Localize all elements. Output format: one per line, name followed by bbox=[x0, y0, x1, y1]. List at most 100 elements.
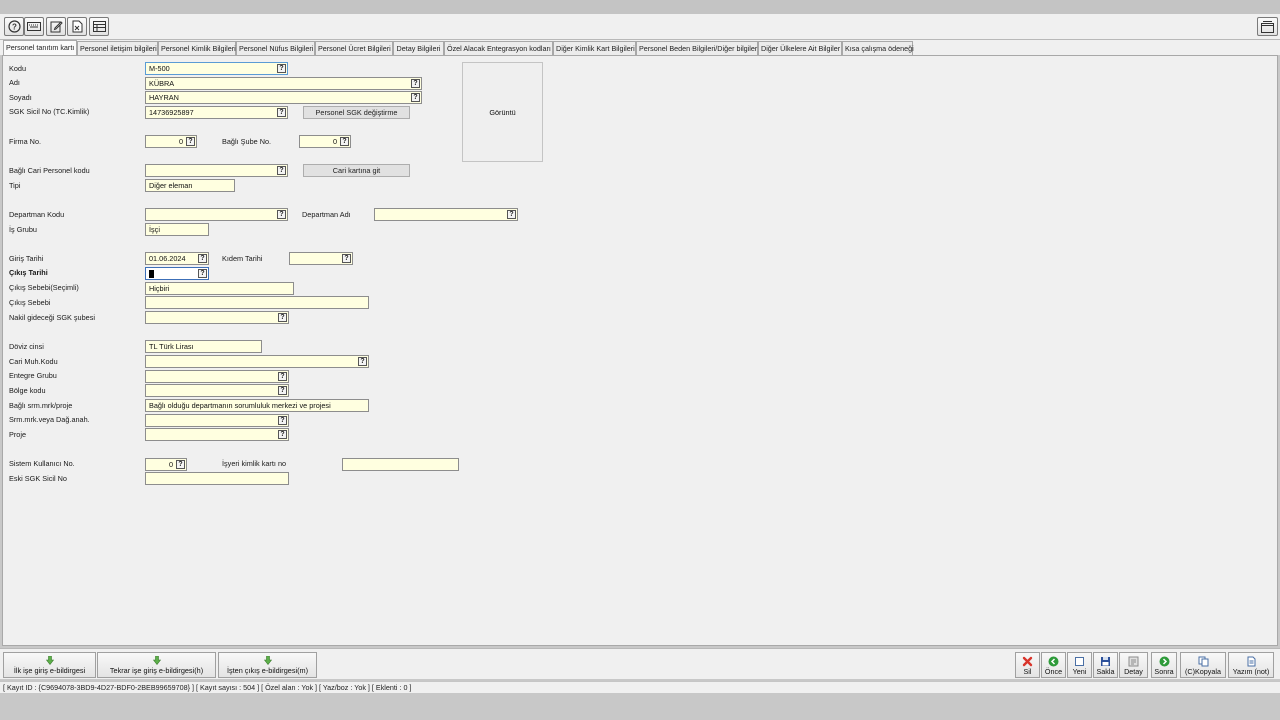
status-bar: [ Kayıt ID : {C9694078-3BD9-4D27-BDF0-2B… bbox=[0, 681, 1280, 693]
kodu-field[interactable]: M-500? bbox=[145, 62, 288, 75]
tab-beden[interactable]: Personel Beden Bilgileri/Diğer bilgiler bbox=[636, 41, 758, 55]
doviz-label: Döviz cinsi bbox=[9, 342, 44, 351]
sonra-button[interactable]: Sonra bbox=[1151, 652, 1177, 678]
table-icon bbox=[92, 21, 106, 32]
lookup-icon[interactable]: ? bbox=[278, 372, 287, 381]
tekrar-giris-ebildirge-button[interactable]: Tekrar işe giriş e-bildirgesi(h) bbox=[97, 652, 216, 678]
window-icon bbox=[1261, 20, 1274, 33]
keyboard-button[interactable] bbox=[24, 17, 44, 36]
kidem-tarihi-field[interactable]: ? bbox=[289, 252, 353, 265]
lookup-icon[interactable]: ? bbox=[278, 386, 287, 395]
calendar-lookup-icon[interactable]: ? bbox=[198, 254, 207, 263]
calendar-lookup-icon[interactable]: ? bbox=[342, 254, 351, 263]
tab-nufus[interactable]: Personel Nüfus Bilgileri bbox=[236, 41, 315, 55]
sistem-kullanici-field[interactable]: 0? bbox=[145, 458, 187, 471]
lookup-icon[interactable]: ? bbox=[278, 416, 287, 425]
lookup-icon[interactable]: ? bbox=[176, 460, 185, 469]
lookup-icon[interactable]: ? bbox=[278, 313, 287, 322]
isten-cikis-label: İşten çıkış e-bildirgesi(m) bbox=[226, 666, 309, 675]
isten-cikis-ebildirge-button[interactable]: İşten çıkış e-bildirgesi(m) bbox=[218, 652, 317, 678]
nakil-field[interactable]: ? bbox=[145, 311, 289, 324]
srm-proje-value: Bağlı olduğu departmanın sorumluluk merk… bbox=[149, 401, 331, 410]
proje-field[interactable]: ? bbox=[145, 428, 289, 441]
sakla-button[interactable]: Sakla bbox=[1093, 652, 1118, 678]
lookup-icon[interactable]: ? bbox=[277, 108, 286, 117]
tab-personel-tanitim[interactable]: Personel tanıtım kartı bbox=[3, 40, 77, 55]
lookup-icon[interactable]: ? bbox=[277, 166, 286, 175]
tab-iletisim[interactable]: Personel iletişim bilgileri bbox=[77, 41, 158, 55]
tab-ozel-alacak[interactable]: Özel Alacak Entegrasyon kodları bbox=[444, 41, 553, 55]
sil-button[interactable]: Sil bbox=[1015, 652, 1040, 678]
tab-kisa-calisma[interactable]: Kısa çalışma ödeneği bbox=[842, 41, 914, 55]
tab-ucret[interactable]: Personel Ücret Bilgileri bbox=[315, 41, 393, 55]
bolge-field[interactable]: ? bbox=[145, 384, 289, 397]
tipi-field[interactable]: Diğer eleman bbox=[145, 179, 235, 192]
cikis-tarihi-label: Çıkış Tarihi bbox=[9, 268, 48, 277]
eski-sgk-label: Eski SGK Sicil No bbox=[9, 474, 67, 483]
table-button[interactable] bbox=[89, 17, 109, 36]
tab-diger-ulkeler[interactable]: Diğer Ülkelere Ait Bilgiler bbox=[758, 41, 842, 55]
lookup-icon[interactable]: ? bbox=[277, 64, 286, 73]
lookup-icon[interactable]: ? bbox=[411, 79, 420, 88]
kodu-value: M-500 bbox=[149, 64, 170, 73]
cari-go-button[interactable]: Cari kartına git bbox=[303, 164, 410, 177]
next-icon bbox=[1159, 656, 1169, 667]
edit-button[interactable] bbox=[46, 17, 66, 36]
srm-dag-field[interactable]: ? bbox=[145, 414, 289, 427]
svg-text:?: ? bbox=[12, 23, 17, 32]
text-cursor bbox=[149, 269, 154, 278]
lookup-icon[interactable]: ? bbox=[340, 137, 349, 146]
yeni-button[interactable]: Yeni bbox=[1067, 652, 1092, 678]
cari-muh-label: Cari Muh.Kodu bbox=[9, 357, 58, 366]
bottom-button-bar: İlk işe giriş e-bildirgesi Tekrar işe gi… bbox=[0, 648, 1280, 679]
image-label: Görüntü bbox=[489, 107, 516, 117]
sgk-field[interactable]: 14736925897? bbox=[145, 106, 288, 119]
departman-kodu-field[interactable]: ? bbox=[145, 208, 288, 221]
cikis-sebebi-secimli-field[interactable]: Hiçbiri bbox=[145, 282, 294, 295]
cari-personel-field[interactable]: ? bbox=[145, 164, 288, 177]
yazim-button[interactable]: Yazım (not) bbox=[1228, 652, 1274, 678]
lookup-icon[interactable]: ? bbox=[507, 210, 516, 219]
eski-sgk-field[interactable] bbox=[145, 472, 289, 485]
detay-button[interactable]: Detay bbox=[1119, 652, 1148, 678]
calendar-lookup-icon[interactable]: ? bbox=[198, 269, 207, 278]
cikis-tarihi-field[interactable]: ? bbox=[145, 267, 209, 280]
save-icon bbox=[1101, 657, 1110, 666]
lookup-icon[interactable]: ? bbox=[277, 210, 286, 219]
is-grubu-field[interactable]: İşçi bbox=[145, 223, 209, 236]
once-button[interactable]: Önce bbox=[1041, 652, 1066, 678]
isyeri-kimlik-field[interactable] bbox=[342, 458, 459, 471]
ilk-giris-ebildirge-button[interactable]: İlk işe giriş e-bildirgesi bbox=[3, 652, 96, 678]
window-button[interactable] bbox=[1257, 17, 1278, 36]
excel-button[interactable] bbox=[67, 17, 87, 36]
lookup-icon[interactable]: ? bbox=[411, 93, 420, 102]
delete-icon bbox=[1022, 656, 1033, 667]
help-button[interactable]: ? bbox=[4, 17, 24, 36]
soyadi-label: Soyadı bbox=[9, 93, 32, 102]
arrow-down-icon bbox=[263, 656, 272, 665]
giris-tarihi-field[interactable]: 01.06.2024? bbox=[145, 252, 209, 265]
sube-field[interactable]: 0? bbox=[299, 135, 351, 148]
image-box[interactable]: Görüntü bbox=[462, 62, 543, 162]
cikis-sebebi-field[interactable] bbox=[145, 296, 369, 309]
soyadi-field[interactable]: HAYRAN? bbox=[145, 91, 422, 104]
sgk-change-button[interactable]: Personel SGK değiştirme bbox=[303, 106, 410, 119]
cikis-sebebi-secimli-label: Çıkış Sebebi(Seçimli) bbox=[9, 283, 79, 292]
tab-kimlik[interactable]: Personel Kimlik Bilgileri bbox=[158, 41, 236, 55]
tab-diger-kimlik[interactable]: Diğer Kimlik Kart Bilgileri bbox=[553, 41, 636, 55]
adi-field[interactable]: KÜBRA? bbox=[145, 77, 422, 90]
once-label: Önce bbox=[1044, 667, 1063, 676]
doviz-field[interactable]: TL Türk Lirası bbox=[145, 340, 262, 353]
sgk-label: SGK Sicil No (TC.Kimlik) bbox=[9, 107, 90, 116]
firma-value: 0 bbox=[178, 137, 183, 146]
tab-detay[interactable]: Detay Bilgileri bbox=[393, 41, 444, 55]
kopyala-button[interactable]: (C)Kopyala bbox=[1180, 652, 1226, 678]
lookup-icon[interactable]: ? bbox=[278, 430, 287, 439]
firma-field[interactable]: 0? bbox=[145, 135, 197, 148]
lookup-icon[interactable]: ? bbox=[358, 357, 367, 366]
cari-muh-field[interactable]: ? bbox=[145, 355, 369, 368]
srm-proje-field[interactable]: Bağlı olduğu departmanın sorumluluk merk… bbox=[145, 399, 369, 412]
lookup-icon[interactable]: ? bbox=[186, 137, 195, 146]
entegre-field[interactable]: ? bbox=[145, 370, 289, 383]
departman-adi-field[interactable]: ? bbox=[374, 208, 518, 221]
